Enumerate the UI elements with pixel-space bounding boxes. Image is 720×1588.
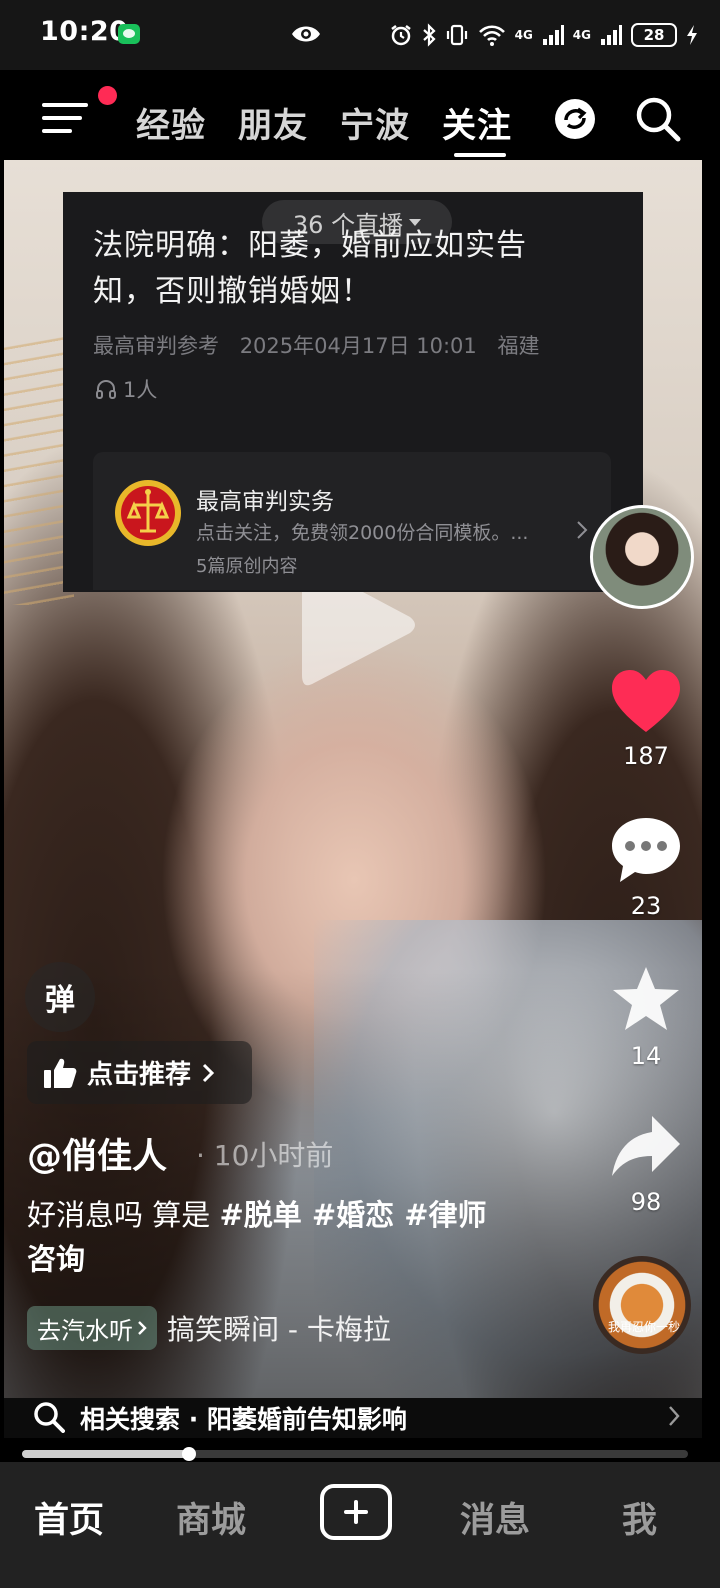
author-name[interactable]: @俏佳人	[27, 1128, 167, 1179]
progress-handle[interactable]	[181, 1447, 196, 1461]
court-emblem-logo	[115, 480, 181, 546]
music-row[interactable]: 去汽水听 搞笑瞬间 - 卡梅拉	[27, 1306, 397, 1350]
top-nav: 经验 朋友 宁波 关注	[0, 70, 720, 160]
network-type-1: 4G	[514, 28, 533, 42]
article-title: 法院明确：阳萎，婚前应如实告知，否则撤销婚姻！	[93, 228, 527, 309]
music-disc-caption: 我再忍你一秒	[607, 1320, 680, 1334]
network-type-2: 4G	[572, 28, 591, 42]
tab-messages[interactable]: 消息	[460, 1492, 530, 1543]
star-icon	[613, 967, 679, 1030]
refresh-icon[interactable]	[554, 98, 596, 140]
tab-mall[interactable]: 商城	[176, 1492, 246, 1543]
share-arrow-icon	[612, 1116, 680, 1176]
qishui-button[interactable]: 去汽水听	[27, 1306, 157, 1350]
video-progress-bar[interactable]	[22, 1447, 688, 1461]
create-post-button[interactable]	[320, 1484, 392, 1540]
chevron-right-icon	[138, 1321, 147, 1335]
comment-count: 23	[630, 892, 662, 920]
signal-icon-2	[601, 25, 622, 45]
notification-dot	[98, 86, 117, 105]
article-location: 福建	[497, 334, 540, 358]
post-time: · 10小时前	[196, 1139, 334, 1172]
recommend-button[interactable]: 点击推荐	[27, 1041, 252, 1104]
thumbs-up-icon	[44, 1058, 77, 1088]
music-title: 搞笑瞬间 - 卡梅拉	[167, 1313, 391, 1346]
related-search-text[interactable]: 相关搜索 · 阳萎婚前告知影响	[80, 1400, 407, 1436]
comment-button[interactable]: 23	[606, 816, 686, 920]
tab-home[interactable]: 首页	[34, 1492, 104, 1543]
favorite-count: 14	[630, 1042, 662, 1070]
alarm-icon	[390, 25, 411, 46]
vibrate-icon	[446, 24, 467, 46]
comment-icon	[612, 818, 680, 882]
wifi-icon	[478, 25, 505, 46]
battery-indicator: 28	[631, 23, 677, 47]
article-meta: 最高审判参考 2025年04月17日 10:01 福建	[93, 330, 553, 360]
menu-icon[interactable]	[42, 100, 88, 136]
listener-count: 1人	[95, 374, 157, 404]
status-bar: 10:20 4G 4G 28	[0, 0, 720, 70]
like-button[interactable]: 187	[606, 668, 686, 770]
tab-friends[interactable]: 朋友	[238, 98, 308, 147]
signal-icon-1	[542, 25, 564, 45]
search-icon[interactable]	[635, 96, 681, 142]
tab-following[interactable]: 关注	[442, 98, 512, 147]
video-caption: 好消息吗 算是 #脱单 #婚恋 #律师咨询	[27, 1193, 507, 1281]
favorite-button[interactable]: 14	[606, 964, 686, 1070]
music-disc[interactable]	[593, 1256, 691, 1354]
listener-count-label: 1人	[123, 378, 158, 402]
account-article-count: 5篇原创内容	[196, 556, 298, 577]
headphones-icon	[96, 379, 116, 399]
qishui-label: 去汽水听	[37, 1316, 133, 1345]
chevron-right-icon	[669, 1406, 680, 1426]
tab-experience[interactable]: 经验	[136, 98, 206, 147]
danmaku-label: 弹	[45, 983, 75, 1018]
caption-text: 好消息吗 算是	[27, 1198, 220, 1232]
like-count: 187	[623, 742, 669, 770]
eye-icon	[292, 26, 320, 42]
tab-me[interactable]: 我	[622, 1492, 657, 1543]
bottom-nav: 首页 商城 消息 我	[0, 1462, 720, 1588]
article-date: 2025年04月17日 10:01	[239, 334, 477, 358]
chevron-right-icon	[577, 521, 588, 539]
recommend-label: 点击推荐	[87, 1060, 192, 1090]
author-avatar[interactable]	[590, 505, 694, 609]
search-icon	[34, 1402, 65, 1433]
heart-icon	[612, 670, 680, 732]
danmaku-toggle-button[interactable]: 弹	[25, 962, 95, 1032]
account-name: 最高审判实务	[196, 489, 334, 515]
progress-fill	[22, 1450, 189, 1458]
chevron-right-icon	[202, 1063, 215, 1082]
article-source[interactable]: 最高审判参考	[93, 334, 219, 358]
battery-level: 28	[643, 26, 665, 44]
status-icons: 4G 4G 28	[389, 17, 698, 53]
charging-icon	[687, 25, 697, 45]
bluetooth-icon	[422, 23, 436, 47]
share-button[interactable]: 98	[606, 1112, 686, 1216]
status-time: 10:20	[40, 16, 129, 47]
tab-ningbo[interactable]: 宁波	[340, 98, 410, 147]
account-description: 点击关注，免费领2000份合同模板。...	[196, 522, 529, 544]
wechat-notification-icon	[118, 24, 140, 44]
active-tab-indicator	[454, 153, 506, 157]
share-count: 98	[630, 1188, 662, 1216]
